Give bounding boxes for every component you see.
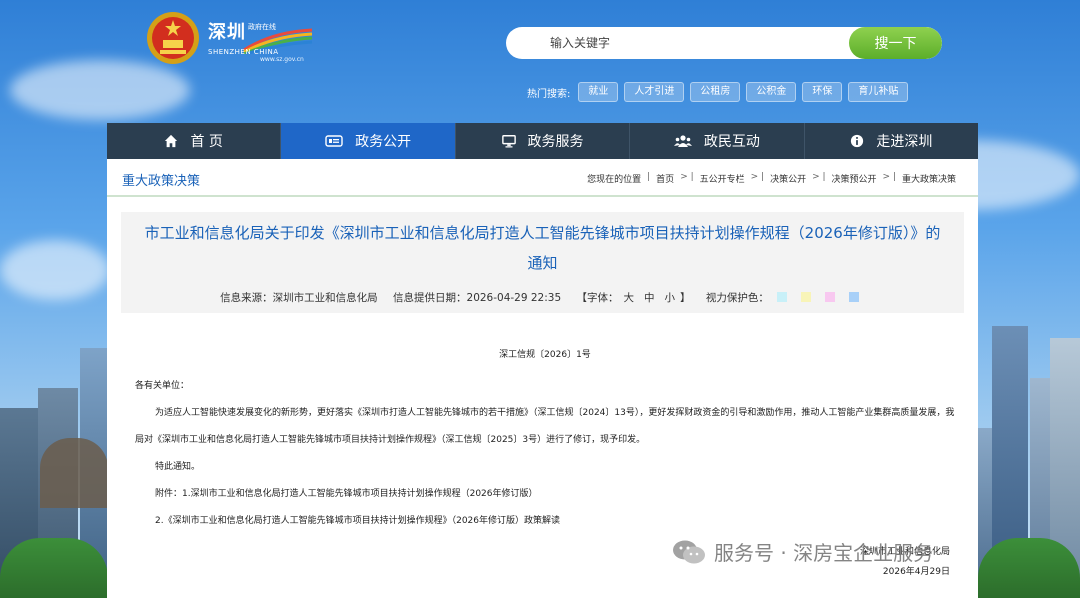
nav-item-label: 政务服务	[527, 134, 584, 150]
eye-care-swatch[interactable]	[824, 292, 835, 302]
hot-search-tag[interactable]: 公积金	[746, 82, 797, 102]
watermark: 服务号 · 深房宝企业服务	[672, 537, 933, 566]
nav-item-interaction[interactable]: 政民互动	[630, 123, 805, 159]
eye-care-control: 视力保护色：	[706, 292, 865, 304]
breadcrumb-item[interactable]: 决策预公开	[832, 172, 877, 185]
eye-care-swatch[interactable]	[776, 292, 787, 302]
nav-item-label: 政民互动	[703, 134, 760, 150]
font-size-close: 】	[679, 292, 691, 304]
nav-item-label: 首 页	[190, 134, 223, 150]
breadcrumb-item[interactable]: 五公开专栏	[700, 172, 745, 185]
hot-search-tag[interactable]: 公租房	[690, 82, 741, 102]
font-size-control: 【字体： 大中小】	[576, 292, 690, 304]
search-bar: 搜一下	[506, 27, 942, 59]
eye-care-swatch[interactable]	[800, 292, 811, 302]
logo-main-text: 深圳	[208, 22, 246, 43]
article-body: 深工信规〔2026〕1号 各有关单位： 为适应人工智能快速发展变化的新形势，更好…	[135, 347, 955, 535]
breadcrumb-separator: > |	[812, 172, 826, 182]
breadcrumb: 您现在的位置 | 首页 > | 五公开专栏 > | 决策公开 > | 决策预公开…	[587, 172, 956, 185]
nav-item-label: 政务公开	[355, 134, 412, 150]
logo-url-text: www.sz.gov.cn	[260, 56, 304, 63]
section-title[interactable]: 重大政策决策	[122, 170, 200, 189]
info-icon	[851, 134, 864, 148]
main-nav: 首 页 政务公开 政务服务 政民互动 走进深圳	[107, 123, 978, 159]
article-meta: 信息来源：深圳市工业和信息化局 信息提供日期：2026-04-29 22:35 …	[121, 290, 964, 305]
breadcrumb-separator: > |	[882, 172, 896, 182]
source-value: 深圳市工业和信息化局	[272, 292, 378, 304]
hot-search: 热门搜索: 就业 人才引进 公租房 公积金 环保 育儿补贴	[527, 81, 914, 103]
nav-item-gov-services[interactable]: 政务服务	[456, 123, 631, 159]
breadcrumb-bar: 重大政策决策 您现在的位置 | 首页 > | 五公开专栏 > | 决策公开 > …	[107, 159, 978, 197]
nav-item-gov-affairs[interactable]: 政务公开	[281, 123, 456, 159]
national-emblem-icon	[147, 12, 199, 64]
hot-search-label: 热门搜索:	[527, 88, 571, 100]
shenzhen-government-logo[interactable]: 深圳 政府在线 SHENZHEN CHINA www.sz.gov.cn	[208, 14, 313, 64]
font-large-button[interactable]: 大	[623, 292, 634, 304]
logo-english-text: SHENZHEN CHINA	[208, 48, 279, 56]
font-small-button[interactable]: 小	[664, 292, 675, 304]
wechat-icon	[673, 540, 705, 563]
home-icon	[165, 134, 178, 148]
date-info: 信息提供日期：2026-04-29 22:35	[393, 292, 561, 304]
cloud	[0, 240, 110, 300]
hot-search-tag[interactable]: 育儿补贴	[848, 82, 909, 102]
document-number: 深工信规〔2026〕1号	[499, 350, 591, 360]
source-info: 信息来源：深圳市工业和信息化局	[220, 292, 378, 304]
font-medium-button[interactable]: 中	[644, 292, 655, 304]
eye-care-label: 视力保护色：	[705, 292, 769, 304]
breadcrumb-separator: > |	[750, 172, 765, 182]
breadcrumb-item[interactable]: 重大政策决策	[902, 172, 956, 185]
attachment-link[interactable]: 附件：1.深圳市工业和信息化局打造人工智能先锋城市项目扶持计划操作规程（2026…	[135, 481, 955, 508]
source-label: 信息来源：	[220, 292, 273, 304]
article-title: 市工业和信息化局关于印发《深圳市工业和信息化局打造人工智能先锋城市项目扶持计划操…	[144, 224, 941, 272]
breadcrumb-separator: |	[647, 172, 651, 182]
nav-item-label: 走进深圳	[876, 134, 933, 150]
news-icon	[325, 135, 343, 147]
search-button[interactable]: 搜一下	[849, 27, 942, 59]
people-icon	[673, 135, 692, 147]
date-value: 2026-04-29 22:35	[466, 292, 562, 304]
font-size-label: 【字体：	[576, 292, 619, 304]
attachment-link[interactable]: 2.《深圳市工业和信息化局打造人工智能先锋城市项目扶持计划操作规程》（2026年…	[135, 508, 955, 535]
search-input[interactable]	[506, 27, 850, 59]
article-header: 市工业和信息化局关于印发《深圳市工业和信息化局打造人工智能先锋城市项目扶持计划操…	[121, 212, 964, 313]
hot-search-tag[interactable]: 人才引进	[624, 82, 685, 102]
content-panel: 重大政策决策 您现在的位置 | 首页 > | 五公开专栏 > | 决策公开 > …	[107, 159, 978, 598]
greeting: 各有关单位：	[135, 381, 190, 391]
date-label: 信息提供日期：	[393, 292, 467, 304]
breadcrumb-prefix: 您现在的位置	[587, 175, 642, 185]
breadcrumb-item[interactable]: 决策公开	[770, 172, 806, 185]
nav-item-about-shenzhen[interactable]: 走进深圳	[805, 123, 978, 159]
hot-search-tag[interactable]: 环保	[802, 82, 843, 102]
watermark-text: 服务号 · 深房宝企业服务	[714, 541, 934, 565]
cloud	[10, 60, 190, 120]
body-paragraph: 为适应人工智能快速发展变化的新形势，更好落实《深圳市打造人工智能先锋城市的若干措…	[135, 408, 955, 445]
breadcrumb-separator: > |	[680, 172, 694, 182]
breadcrumb-item[interactable]: 首页	[656, 172, 674, 185]
hot-search-tag[interactable]: 就业	[578, 82, 619, 102]
monitor-icon	[501, 135, 516, 148]
nav-item-home[interactable]: 首 页	[107, 123, 282, 159]
closing-line: 特此通知。	[155, 462, 201, 472]
eye-care-swatch[interactable]	[848, 292, 859, 302]
